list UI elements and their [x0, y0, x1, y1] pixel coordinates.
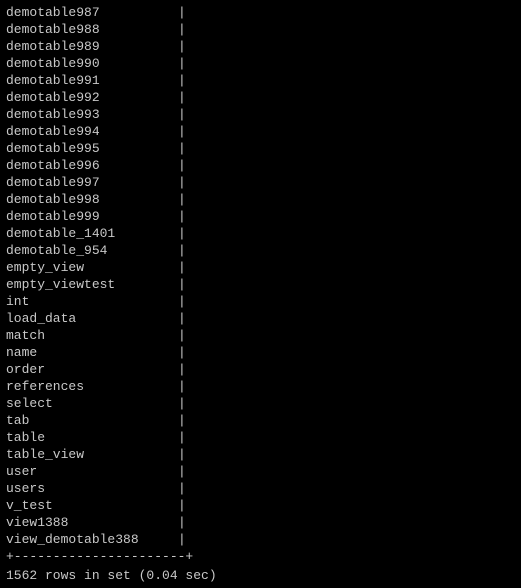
table-row: demotable988| [6, 21, 515, 38]
table-divider-bottom: +----------------------+ [6, 548, 515, 565]
table-sep-cell: | [176, 497, 188, 514]
table-name-cell: demotable987 [6, 4, 176, 21]
table-sep-cell: | [176, 412, 188, 429]
table-row: view1388| [6, 514, 515, 531]
table-name-cell: demotable998 [6, 191, 176, 208]
table-sep-cell: | [176, 157, 188, 174]
table-name-cell: demotable989 [6, 38, 176, 55]
table-row: select| [6, 395, 515, 412]
table-row: demotable_954| [6, 242, 515, 259]
table-row: table_view| [6, 446, 515, 463]
table-row: demotable996| [6, 157, 515, 174]
table-name-cell: name [6, 344, 176, 361]
table-row: demotable999| [6, 208, 515, 225]
table-sep-cell: | [176, 140, 188, 157]
table-sep-cell: | [176, 208, 188, 225]
table-sep-cell: | [176, 463, 188, 480]
table-row: name| [6, 344, 515, 361]
table-row: demotable998| [6, 191, 515, 208]
table-row: demotable_1401| [6, 225, 515, 242]
table-sep-cell: | [176, 344, 188, 361]
table-name-cell: demotable997 [6, 174, 176, 191]
table-name-cell: demotable_954 [6, 242, 176, 259]
table-row: demotable992| [6, 89, 515, 106]
table-name-cell: order [6, 361, 176, 378]
table-sep-cell: | [176, 531, 188, 548]
table-row: int| [6, 293, 515, 310]
table-sep-cell: | [176, 361, 188, 378]
table-row: references| [6, 378, 515, 395]
table-row: demotable987| [6, 4, 515, 21]
table-name-cell: view_demotable388 [6, 531, 176, 548]
table-row: demotable990| [6, 55, 515, 72]
table-row: empty_view| [6, 259, 515, 276]
table-name-cell: select [6, 395, 176, 412]
table-sep-cell: | [176, 276, 188, 293]
table-sep-cell: | [176, 191, 188, 208]
table-name-cell: match [6, 327, 176, 344]
table-name-cell: demotable990 [6, 55, 176, 72]
table-sep-cell: | [176, 480, 188, 497]
table-name-cell: demotable999 [6, 208, 176, 225]
table-row: v_test| [6, 497, 515, 514]
table-sep-cell: | [176, 310, 188, 327]
table-name-cell: empty_view [6, 259, 176, 276]
table-name-cell: load_data [6, 310, 176, 327]
table-name-cell: demotable995 [6, 140, 176, 157]
table-name-cell: demotable988 [6, 21, 176, 38]
table-name-cell: tab [6, 412, 176, 429]
table-sep-cell: | [176, 327, 188, 344]
table-row: demotable995| [6, 140, 515, 157]
table-name-cell: demotable996 [6, 157, 176, 174]
table-row: demotable989| [6, 38, 515, 55]
table-name-cell: table_view [6, 446, 176, 463]
table-name-cell: demotable_1401 [6, 225, 176, 242]
table-sep-cell: | [176, 123, 188, 140]
table-sep-cell: | [176, 106, 188, 123]
table-sep-cell: | [176, 259, 188, 276]
table-row: load_data| [6, 310, 515, 327]
table-name-cell: demotable992 [6, 89, 176, 106]
table-row: demotable991| [6, 72, 515, 89]
table-sep-cell: | [176, 72, 188, 89]
table-row: demotable994| [6, 123, 515, 140]
table-row: order| [6, 361, 515, 378]
table-sep-cell: | [176, 89, 188, 106]
table-sep-cell: | [176, 21, 188, 38]
table-name-cell: demotable994 [6, 123, 176, 140]
table-name-cell: int [6, 293, 176, 310]
footer-row: 1562 rows in set (0.04 sec) [6, 567, 515, 584]
table-name-cell: users [6, 480, 176, 497]
table-sep-cell: | [176, 4, 188, 21]
table-row: match| [6, 327, 515, 344]
table-sep-cell: | [176, 225, 188, 242]
table-sep-cell: | [176, 38, 188, 55]
table-row: demotable993| [6, 106, 515, 123]
table-row: table| [6, 429, 515, 446]
table-name-cell: demotable991 [6, 72, 176, 89]
table-sep-cell: | [176, 395, 188, 412]
table-row: view_demotable388| [6, 531, 515, 548]
table-name-cell: v_test [6, 497, 176, 514]
table-name-cell: table [6, 429, 176, 446]
table-sep-cell: | [176, 429, 188, 446]
table-sep-cell: | [176, 378, 188, 395]
table-sep-cell: | [176, 55, 188, 72]
table-name-cell: user [6, 463, 176, 480]
table-sep-cell: | [176, 174, 188, 191]
table-name-cell: empty_viewtest [6, 276, 176, 293]
table-name-cell: references [6, 378, 176, 395]
table-name-cell: demotable993 [6, 106, 176, 123]
table-name-cell: view1388 [6, 514, 176, 531]
table-row: tab| [6, 412, 515, 429]
table-row: empty_viewtest| [6, 276, 515, 293]
table-sep-cell: | [176, 293, 188, 310]
table-sep-cell: | [176, 446, 188, 463]
table-sep-cell: | [176, 514, 188, 531]
table-row: users| [6, 480, 515, 497]
table-list: demotable987|demotable988|demotable989|d… [6, 4, 515, 548]
table-row: demotable997| [6, 174, 515, 191]
table-sep-cell: | [176, 242, 188, 259]
table-row: user| [6, 463, 515, 480]
